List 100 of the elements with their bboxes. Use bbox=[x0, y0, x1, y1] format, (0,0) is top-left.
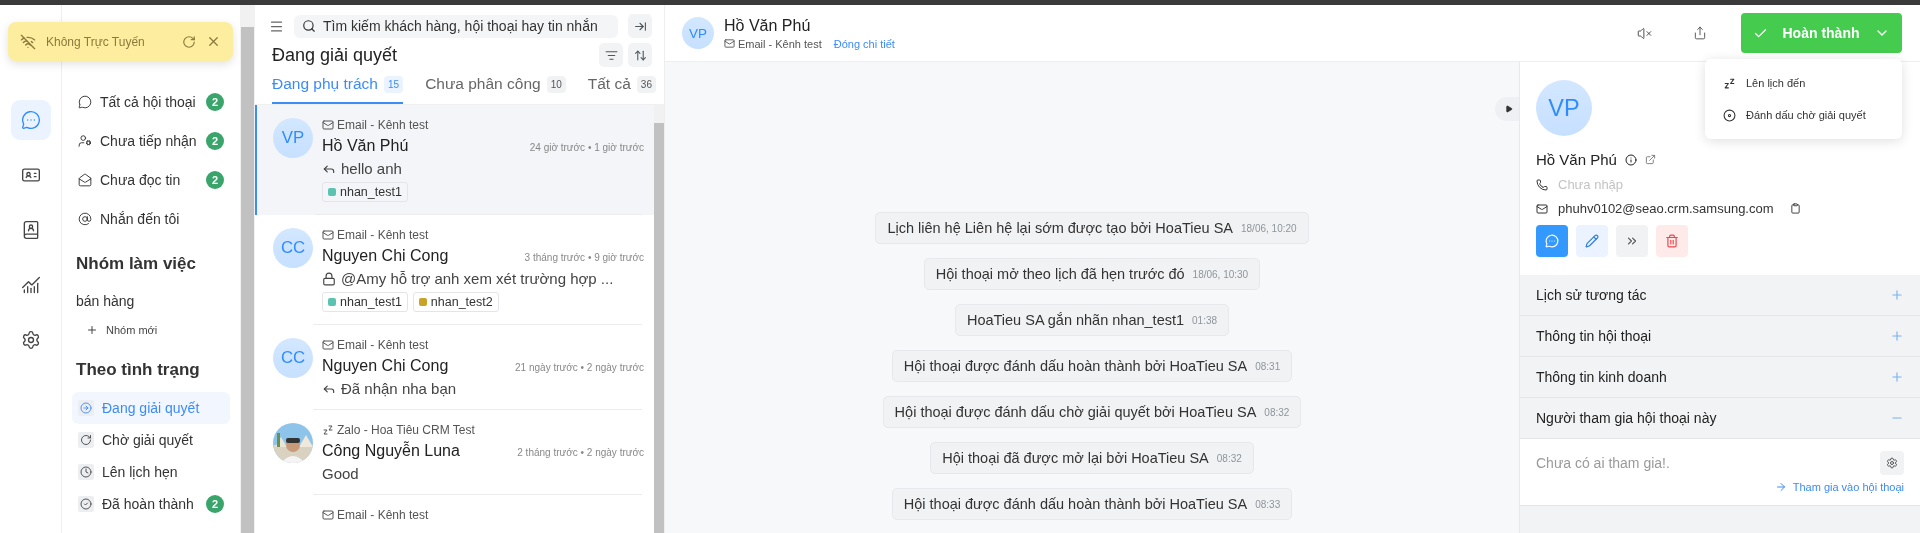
plus-icon bbox=[1890, 370, 1904, 384]
clock-icon bbox=[78, 464, 94, 480]
message-time: 08:31 bbox=[1255, 360, 1281, 372]
refresh-icon bbox=[78, 432, 94, 448]
message-text: Hội thoại được đánh dấu chờ giải quyết bởi HoaTieu SA bbox=[894, 404, 1257, 420]
copy-icon bbox=[1789, 203, 1801, 214]
channel-name: Zalo - Hoa Tiêu CRM Test bbox=[337, 423, 475, 437]
message-preview: Đã nhận nha bạn bbox=[341, 380, 457, 397]
collapse-button[interactable] bbox=[628, 14, 652, 38]
list-title: Đang giải quyết bbox=[272, 44, 399, 66]
scrollbar[interactable] bbox=[240, 5, 255, 533]
avatar: VP bbox=[1536, 80, 1592, 136]
menu-button[interactable] bbox=[269, 18, 284, 34]
email-address: phuhv0102@seao.crm.samsung.com bbox=[1558, 201, 1774, 216]
nav-item[interactable]: Chưa đọc tin 2 bbox=[72, 160, 230, 199]
zzz-icon bbox=[1723, 76, 1736, 90]
status-item[interactable]: Chờ giải quyết bbox=[72, 424, 230, 456]
close-button[interactable] bbox=[206, 34, 221, 49]
scrollbar[interactable] bbox=[654, 105, 664, 533]
timestamp: 21 ngày trước • 2 ngày trước bbox=[515, 362, 644, 373]
mail-icon bbox=[322, 119, 334, 131]
arrow-right-icon bbox=[1774, 481, 1787, 493]
mail-icon bbox=[1536, 202, 1548, 215]
tab[interactable]: Chưa phân công 10 bbox=[425, 75, 566, 104]
menu-item[interactable]: Đánh dấu chờ giải quyết bbox=[1705, 99, 1902, 131]
plus-icon bbox=[86, 324, 98, 336]
menu-icon bbox=[269, 18, 284, 34]
filter-icon bbox=[604, 48, 618, 62]
plus-icon bbox=[1890, 288, 1904, 302]
close-details-link[interactable]: Đóng chi tiết bbox=[833, 37, 895, 50]
tag-label: nhan_test1 bbox=[340, 185, 402, 199]
message-text: Hội thoại mở theo lịch đã hẹn trước đó bbox=[935, 266, 1185, 282]
avatar: VP bbox=[273, 118, 313, 158]
toast-text: Không Trực Tuyến bbox=[46, 34, 146, 49]
nav-item[interactable]: Tất cả hội thoại 2 bbox=[72, 82, 230, 121]
external-link-icon bbox=[1644, 154, 1656, 165]
message-text: Hội thoại đã được mở lại bởi HoaTieu SA bbox=[942, 450, 1209, 466]
channel-name: Email - Kênh test bbox=[738, 37, 822, 50]
arrow-to-line-icon bbox=[633, 19, 647, 33]
search-icon bbox=[302, 19, 316, 33]
join-link[interactable]: Tham gia vào hội thoại bbox=[1774, 481, 1904, 493]
contact-name: Nguyen Chi Cong bbox=[322, 247, 450, 265]
tag-label: nhan_test2 bbox=[430, 295, 493, 309]
tab-count: 10 bbox=[546, 75, 566, 93]
refresh-icon bbox=[182, 34, 196, 49]
close-icon bbox=[206, 34, 221, 49]
new-group-button[interactable]: Nhóm mới bbox=[72, 316, 230, 344]
status-item[interactable]: Đã hoàn thành 2 bbox=[72, 488, 230, 520]
arrow-circle-icon bbox=[78, 400, 94, 416]
contact-name: Nguyen Chi Cong bbox=[322, 357, 450, 375]
avatar: CC bbox=[273, 228, 313, 268]
message-time: 01:38 bbox=[1192, 314, 1218, 326]
pencil-icon bbox=[1585, 234, 1599, 248]
plus-icon bbox=[1890, 329, 1904, 343]
contact-name: Hồ Văn Phú bbox=[724, 16, 812, 35]
check-circle-icon bbox=[78, 496, 94, 512]
chat-icon[interactable] bbox=[10, 100, 51, 140]
chevrons-right-icon bbox=[1625, 234, 1639, 248]
mail-icon bbox=[322, 509, 334, 521]
edit-button[interactable] bbox=[1576, 225, 1608, 257]
menu-item[interactable]: Lên lịch đến bbox=[1705, 67, 1902, 99]
envelope-icon bbox=[78, 172, 92, 187]
wifi-off-icon bbox=[20, 33, 36, 50]
chat-icon bbox=[78, 94, 92, 109]
channel-name: Email - Kênh test bbox=[337, 508, 429, 522]
count-badge: 2 bbox=[206, 170, 224, 189]
empty-message: Chưa có ai tham gia!. bbox=[1536, 455, 1670, 471]
message-text: HoaTieu SA gắn nhãn nhan_test1 bbox=[966, 312, 1185, 328]
message-text: Hội thoại được đánh dấu hoàn thành bởi HoaTieu SA bbox=[903, 358, 1248, 374]
status-item[interactable]: Lên lịch hẹn bbox=[72, 456, 230, 488]
triangle-icon bbox=[1505, 105, 1513, 113]
at-sign-icon bbox=[78, 211, 92, 226]
contact-name: Hồ Văn Phú bbox=[322, 137, 410, 155]
disc-icon bbox=[1723, 108, 1736, 122]
tag-label: nhan_test1 bbox=[340, 295, 402, 309]
avatar: VP bbox=[682, 17, 714, 49]
message-time: 08:32 bbox=[1264, 406, 1290, 418]
conversation-item[interactable]: VP Email - Kênh test Hồ Văn Phú 24 giờ trước • 1 giờ trước hello anh nhan_test1 bbox=[255, 105, 654, 215]
expand-handle[interactable] bbox=[1495, 97, 1519, 121]
search-field[interactable]: Tìm kiếm khách hàng, hội thoại hay tin nhắn bbox=[294, 14, 618, 38]
tab[interactable]: Tất cả 36 bbox=[587, 75, 656, 104]
timestamp: 2 tháng trước • 2 ngày trước bbox=[517, 447, 644, 458]
delete-button[interactable] bbox=[1656, 225, 1688, 257]
channel-name: Email - Kênh test bbox=[337, 118, 429, 132]
group-item[interactable]: bán hàng bbox=[72, 286, 230, 316]
refresh-button[interactable] bbox=[182, 34, 196, 49]
sort-button[interactable] bbox=[628, 43, 652, 67]
phone-field[interactable]: Chưa nhập bbox=[1558, 177, 1734, 192]
sort-icon bbox=[633, 48, 647, 62]
nav-item[interactable]: Nhắn đến tôi bbox=[72, 199, 230, 238]
chat-button[interactable] bbox=[1536, 225, 1568, 257]
contact-name: Công Nguyễn Luna bbox=[322, 442, 461, 460]
forward-button[interactable] bbox=[1616, 225, 1648, 257]
nav-item[interactable]: Chưa tiếp nhận 2 bbox=[72, 121, 230, 160]
channel-name: Email - Kênh test bbox=[337, 338, 429, 352]
avatar: CC bbox=[273, 338, 313, 378]
filter-button[interactable] bbox=[599, 43, 623, 67]
phone-icon bbox=[1536, 178, 1548, 191]
settings-button[interactable] bbox=[1880, 451, 1904, 475]
channel-name: Email - Kênh test bbox=[337, 228, 429, 242]
